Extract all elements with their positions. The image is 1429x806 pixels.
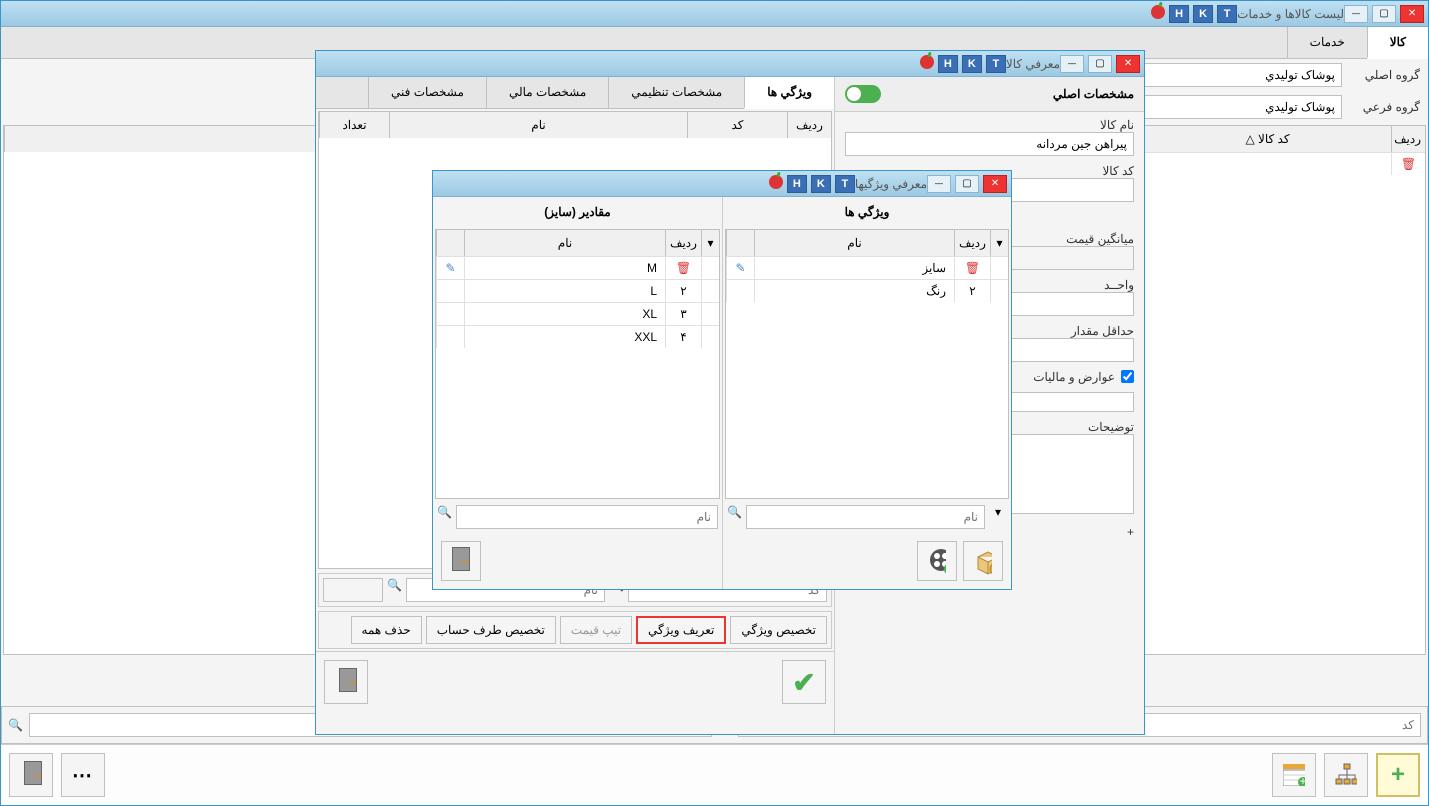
- maximize-button[interactable]: [1372, 5, 1396, 23]
- val-col-row: رديف: [665, 230, 701, 256]
- exit-button[interactable]: [324, 660, 368, 704]
- trash-icon[interactable]: 🗑: [965, 261, 980, 275]
- box-gear-icon: [974, 547, 992, 575]
- val-section-title: مقادير (سايز): [433, 197, 722, 227]
- val-search[interactable]: [456, 505, 718, 529]
- attr-row: ٢ رنگ: [726, 279, 1008, 302]
- minimize-button[interactable]: [1344, 5, 1368, 23]
- hotkey-k[interactable]: K: [811, 175, 831, 193]
- tab-attrs[interactable]: ويژگي ها: [744, 77, 834, 109]
- close-button[interactable]: [983, 175, 1007, 193]
- exit-button[interactable]: [441, 541, 481, 581]
- item-name-input[interactable]: [845, 132, 1134, 156]
- edit-icon[interactable]: ✎: [735, 261, 745, 275]
- tree-icon: [1335, 763, 1357, 787]
- tab-financial[interactable]: مشخصات مالي: [486, 77, 608, 108]
- item-title: معرفي كالا: [1006, 57, 1060, 71]
- col-row: رديف: [1391, 126, 1425, 152]
- active-toggle[interactable]: [845, 85, 881, 103]
- edit-icon[interactable]: ✎: [445, 261, 455, 275]
- main-titlebar: ليست كالاها و خدمات T K H: [1, 1, 1428, 27]
- list-button[interactable]: +: [1272, 753, 1316, 797]
- add-button[interactable]: +: [1376, 753, 1420, 797]
- attr-window: معرفي ويژگيها T K H ويژگي ها ▾ رديف نام …: [432, 170, 1012, 590]
- tab-services[interactable]: خدمات: [1287, 27, 1367, 58]
- main-title: ليست كالاها و خدمات: [1237, 7, 1344, 21]
- box-gear-button[interactable]: [963, 541, 1003, 581]
- main-spec-heading: مشخصات اصلي: [1053, 87, 1134, 101]
- search-icon[interactable]: [8, 718, 23, 732]
- tab-goods[interactable]: كالا: [1367, 27, 1428, 59]
- val-col-name: نام: [464, 230, 665, 256]
- hotkey-t[interactable]: T: [835, 175, 855, 193]
- define-attr-button[interactable]: تعريف ويژگي: [636, 616, 726, 644]
- attr-titlebar: معرفي ويژگيها T K H: [433, 171, 1011, 197]
- hotkey-t[interactable]: T: [1217, 5, 1237, 23]
- grid-col-row: رديف: [787, 112, 831, 138]
- minimize-button[interactable]: [1060, 55, 1084, 73]
- exit-icon: [452, 547, 470, 575]
- hotkey-h[interactable]: H: [938, 55, 958, 73]
- minimize-button[interactable]: [927, 175, 951, 193]
- dots-icon: [72, 763, 94, 788]
- maximize-button[interactable]: [1088, 55, 1112, 73]
- name-label: نام كالا: [845, 118, 1134, 132]
- attr-row: 🗑 سايز ✎: [726, 256, 1008, 279]
- check-icon: ✔: [792, 666, 815, 699]
- tax-checkbox[interactable]: [1121, 370, 1134, 383]
- hotkey-k[interactable]: K: [962, 55, 982, 73]
- tax-label: عوارض و ماليات: [1033, 370, 1115, 384]
- app-icon: [920, 55, 934, 69]
- main-group-label: گروه اصلي: [1350, 68, 1420, 82]
- app-icon: [1151, 5, 1165, 19]
- trash-icon[interactable]: 🗑: [1401, 157, 1416, 171]
- svg-text:+: +: [1299, 774, 1305, 786]
- hotkey-h[interactable]: H: [1169, 5, 1189, 23]
- price-type-button: تيپ قيمت: [560, 616, 632, 644]
- val-row: ٣ XL: [436, 302, 719, 325]
- tab-technical[interactable]: مشخصات فني: [368, 77, 486, 108]
- item-tabs: ويژگي ها مشخصات تنظيمي مشخصات مالي مشخصا…: [316, 77, 834, 109]
- close-button[interactable]: [1400, 5, 1424, 23]
- sphere-add-icon: +: [928, 547, 946, 575]
- exit-button[interactable]: [9, 753, 53, 797]
- hotkey-t[interactable]: T: [986, 55, 1006, 73]
- attr-col-row: رديف: [954, 230, 990, 256]
- grid-col-code: كد: [687, 112, 787, 138]
- val-row: ۴ XXL: [436, 325, 719, 348]
- search-icon[interactable]: [437, 505, 452, 529]
- val-row: 🗑 M ✎: [436, 256, 719, 279]
- sphere-add-button[interactable]: +: [917, 541, 957, 581]
- exit-icon: [335, 668, 357, 696]
- item-titlebar: معرفي كالا T K H: [316, 51, 1144, 77]
- attr-section-title: ويژگي ها: [723, 197, 1011, 227]
- search-icon[interactable]: [727, 505, 742, 529]
- exit-icon: [20, 761, 42, 789]
- attr-title: معرفي ويژگيها: [855, 177, 927, 191]
- more-button[interactable]: [61, 753, 105, 797]
- plus-icon: +: [1391, 761, 1405, 789]
- app-icon: [769, 175, 783, 189]
- trash-icon[interactable]: 🗑: [676, 261, 691, 275]
- col-code[interactable]: كد كالا △: [1143, 126, 1391, 152]
- maximize-button[interactable]: [955, 175, 979, 193]
- assign-attr-button[interactable]: تخصيص ويژگي: [730, 616, 827, 644]
- attr-col-name: نام: [754, 230, 954, 256]
- confirm-button[interactable]: ✔: [782, 660, 826, 704]
- close-button[interactable]: [1116, 55, 1140, 73]
- val-row: ٢ L: [436, 279, 719, 302]
- hotkey-h[interactable]: H: [787, 175, 807, 193]
- tab-config[interactable]: مشخصات تنظيمي: [608, 77, 744, 108]
- sub-group-label: گروه فرعي: [1350, 100, 1420, 114]
- attr-search[interactable]: [746, 505, 985, 529]
- search-icon[interactable]: [387, 578, 402, 602]
- tree-button[interactable]: [1324, 753, 1368, 797]
- hotkey-k[interactable]: K: [1193, 5, 1213, 23]
- list-icon: +: [1283, 764, 1305, 786]
- assign-account-button[interactable]: تخصيص طرف حساب: [426, 616, 556, 644]
- delete-all-button[interactable]: حذف همه: [351, 616, 422, 644]
- grid-col-count: تعداد: [319, 112, 389, 138]
- grid-col-name: نام: [389, 112, 687, 138]
